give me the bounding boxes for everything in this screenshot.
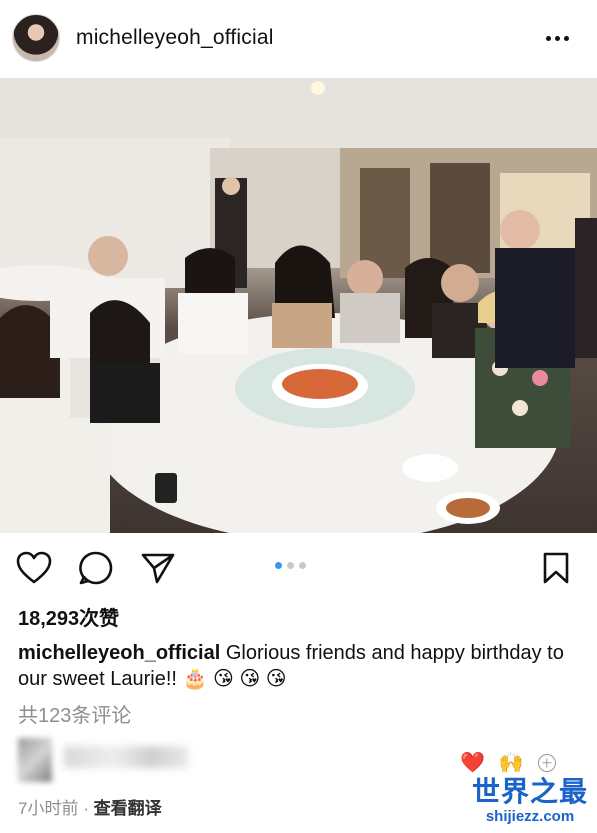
post-photo[interactable]: [0, 78, 597, 533]
meta-separator: ·: [78, 799, 94, 818]
bookmark-icon[interactable]: [538, 550, 574, 586]
raised-hands-reaction-icon[interactable]: 🙌: [499, 750, 524, 775]
post-caption: michelleyeoh_official Glorious friends a…: [18, 640, 578, 692]
quick-reactions: ❤️ 🙌: [460, 750, 556, 775]
blurred-comment: [18, 738, 188, 782]
blurred-comment-text: [64, 746, 188, 768]
paper-plane-icon[interactable]: [140, 550, 176, 586]
see-translation-link[interactable]: 查看翻译: [94, 799, 162, 818]
carousel-dot: [287, 562, 294, 569]
watermark: 世界之最 shijiezz.com: [470, 776, 590, 826]
post-meta: 7小时前 · 查看翻译: [18, 794, 162, 819]
carousel-dot-active: [275, 562, 282, 569]
watermark-title: 世界之最: [471, 776, 588, 807]
post-header: michelleyeoh_official: [0, 0, 597, 78]
caption-author[interactable]: michelleyeoh_official: [18, 642, 220, 664]
avatar[interactable]: [12, 14, 60, 62]
heart-outline-icon[interactable]: [16, 550, 52, 586]
blurred-avatar: [18, 738, 52, 782]
carousel-indicator: [275, 562, 306, 569]
photo-illustration: [0, 78, 597, 533]
watermark-url: shijiezz.com: [485, 808, 575, 825]
heart-reaction-icon[interactable]: ❤️: [460, 750, 485, 775]
comment-bubble-icon[interactable]: [78, 550, 114, 586]
add-reaction-icon[interactable]: [537, 753, 556, 772]
carousel-dot: [299, 562, 306, 569]
username[interactable]: michelleyeoh_official: [76, 26, 274, 50]
more-icon[interactable]: [546, 28, 576, 48]
view-comments-link[interactable]: 共123条评论: [18, 699, 131, 728]
post-time: 7小时前: [18, 799, 79, 818]
likes-count[interactable]: 18,293次赞: [18, 602, 119, 631]
